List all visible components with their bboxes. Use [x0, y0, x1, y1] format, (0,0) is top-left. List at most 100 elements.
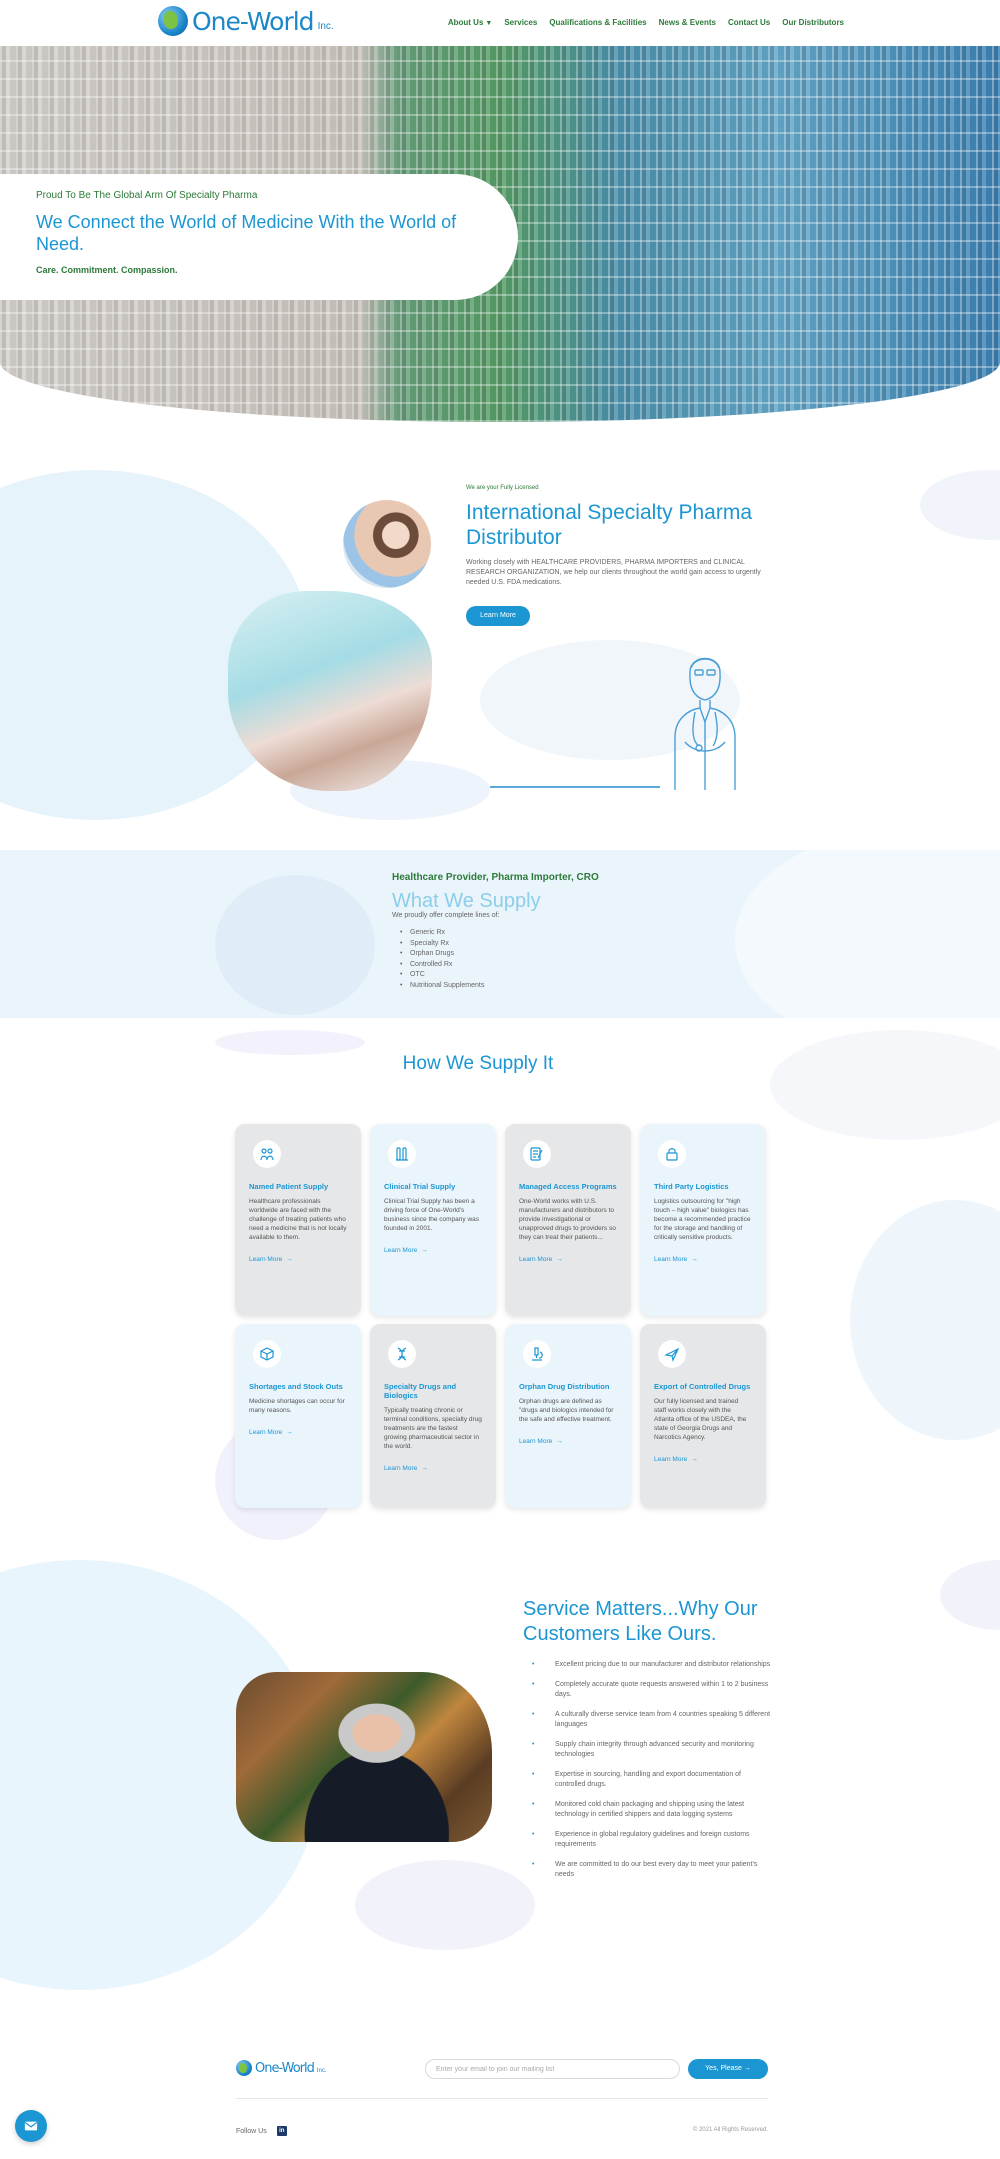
service-card-shortages[interactable]: Shortages and Stock Outs Medicine shorta…	[235, 1324, 361, 1508]
linkedin-icon[interactable]: in	[276, 2126, 287, 2136]
link-label: Learn More	[519, 1256, 553, 1263]
globe-icon	[158, 6, 188, 36]
arrow-right-icon: →	[286, 1256, 293, 1263]
list-item: Controlled Rx	[400, 960, 484, 971]
arrow-right-icon: →	[286, 1429, 293, 1436]
chevron-down-icon: ▼	[485, 20, 493, 27]
copyright-text: © 2021 All Rights Reserved.	[692, 2127, 768, 2133]
hands-photo	[228, 591, 432, 791]
nav-contact-us[interactable]: Contact Us	[728, 18, 770, 27]
background-blob	[770, 1030, 1000, 1140]
people-icon	[253, 1140, 281, 1168]
brand-name: One-World	[192, 6, 315, 36]
supply-title: What We Supply	[392, 890, 541, 912]
link-label: Learn More	[519, 1438, 553, 1445]
hero-title: We Connect the World of Medicine With th…	[36, 212, 457, 254]
list-item: Generic Rx	[400, 928, 484, 939]
card-title: Clinical Trial Supply	[384, 1182, 456, 1191]
nav-label: About Us	[447, 18, 484, 27]
list-item: Expertise in sourcing, handling and expo…	[532, 1770, 772, 1790]
background-blob	[215, 875, 375, 1015]
hero-card: Proud To Be The Global Arm Of Specialty …	[0, 174, 518, 300]
service-card-clinical-trial[interactable]: Clinical Trial Supply Clinical Trial Sup…	[370, 1124, 496, 1316]
card-learn-more-link[interactable]: Learn More →	[654, 1256, 752, 1263]
nav-qualifications[interactable]: Qualifications & Facilities	[549, 18, 646, 27]
service-card-orphan-drug[interactable]: Orphan Drug Distribution Orphan drugs ar…	[505, 1324, 631, 1508]
supply-kicker: Healthcare Provider, Pharma Importer, CR…	[392, 872, 599, 883]
list-item: OTC	[400, 970, 484, 981]
arrow-right-icon: →	[691, 1456, 698, 1463]
newsletter-email-input[interactable]	[425, 2059, 680, 2079]
card-title: Third Party Logistics	[654, 1182, 729, 1191]
card-title: Specialty Drugs and Biologics	[384, 1382, 457, 1400]
globe-icon	[236, 2060, 252, 2076]
background-blob	[920, 470, 1000, 540]
mail-icon	[24, 2121, 38, 2131]
card-title: Export of Controlled Drugs	[654, 1382, 751, 1391]
page: One-World Inc. About Us ▼ Services Qualif…	[0, 0, 1000, 2159]
doctor-illustration	[674, 657, 736, 790]
arrow-right-icon: →	[421, 1465, 428, 1472]
background-blob	[850, 1200, 1000, 1440]
link-label: Learn More	[654, 1256, 688, 1263]
card-learn-more-link[interactable]: Learn More →	[654, 1456, 752, 1463]
service-card-third-party-logistics[interactable]: Third Party Logistics Logistics outsourc…	[640, 1124, 766, 1316]
service-benefits-list: Excellent pricing due to our manufacture…	[532, 1660, 772, 1890]
card-learn-more-link[interactable]: Learn More →	[249, 1429, 347, 1436]
list-item: Experience in global regulatory guidelin…	[532, 1830, 772, 1850]
card-learn-more-link[interactable]: Learn More →	[519, 1438, 617, 1445]
test-tubes-icon	[388, 1140, 416, 1168]
service-card-export-controlled[interactable]: Export of Controlled Drugs Our fully lic…	[640, 1324, 766, 1508]
link-label: Learn More	[654, 1456, 688, 1463]
microscope-icon	[523, 1340, 551, 1368]
nav-about-us[interactable]: About Us ▼	[448, 18, 493, 27]
card-title: Orphan Drug Distribution	[519, 1382, 610, 1391]
hero-tagline: Care. Commitment. Compassion.	[36, 265, 178, 275]
card-learn-more-link[interactable]: Learn More →	[384, 1247, 482, 1254]
supply-list: Generic Rx Specialty Rx Orphan Drugs Con…	[400, 928, 484, 991]
card-learn-more-link[interactable]: Learn More →	[519, 1256, 617, 1263]
background-blob	[940, 1560, 1000, 1630]
nav-services[interactable]: Services	[504, 18, 537, 27]
lock-icon	[658, 1140, 686, 1168]
link-label: Learn More	[384, 1465, 418, 1472]
brand-logo[interactable]: One-World Inc.	[158, 6, 334, 36]
child-patient-photo	[343, 500, 431, 588]
footer-logo[interactable]: One-World Inc.	[236, 2060, 327, 2076]
card-text: Logistics outsourcing for "high touch – …	[654, 1198, 751, 1241]
service-card-named-patient[interactable]: Named Patient Supply Healthcare professi…	[235, 1124, 361, 1316]
service-card-specialty-drugs[interactable]: Specialty Drugs and Biologics Typically …	[370, 1324, 496, 1508]
card-text: Medicine shortages can occur for many re…	[249, 1398, 345, 1414]
arrow-right-icon: →	[691, 1256, 698, 1263]
brand-suffix: Inc.	[316, 2068, 327, 2074]
list-item: Nutritional Supplements	[400, 981, 484, 992]
chat-button[interactable]	[15, 2110, 47, 2142]
card-learn-more-link[interactable]: Learn More →	[384, 1465, 482, 1472]
licensed-kicker: We are your Fully Licensed	[466, 485, 539, 491]
list-item: Completely accurate quote requests answe…	[532, 1680, 772, 1700]
link-label: Learn More	[384, 1247, 418, 1254]
list-item: Monitored cold chain packaging and shipp…	[532, 1800, 772, 1820]
follow-us: Follow Us in	[236, 2126, 287, 2136]
follow-label: Follow Us	[236, 2127, 267, 2135]
brand-suffix: Inc.	[317, 20, 334, 32]
link-label: Learn More	[249, 1256, 283, 1263]
link-label: Learn More	[249, 1429, 283, 1436]
background-blob	[215, 1030, 365, 1055]
service-card-managed-access[interactable]: Managed Access Programs One-World works …	[505, 1124, 631, 1316]
what-we-supply-section: Healthcare Provider, Pharma Importer, CR…	[0, 850, 1000, 1018]
main-nav: About Us ▼ Services Qualifications & Faci…	[448, 18, 844, 27]
supply-subtitle: We proudly offer complete lines of:	[392, 912, 500, 919]
hero-banner: Proud To Be The Global Arm Of Specialty …	[0, 46, 1000, 422]
card-text: Typically treating chronic or terminal c…	[384, 1407, 482, 1450]
how-we-supply-title: How We Supply It	[402, 1053, 554, 1074]
card-learn-more-link[interactable]: Learn More →	[249, 1256, 347, 1263]
service-matters-title: Service Matters...Why Our Customers Like…	[523, 1598, 758, 1645]
nav-our-distributors[interactable]: Our Distributors	[782, 18, 844, 27]
divider-line	[490, 786, 660, 788]
card-text: One-World works with U.S. manufacturers …	[519, 1198, 616, 1241]
licensed-learn-more-button[interactable]: Learn More	[466, 606, 530, 626]
subscribe-button[interactable]: Yes, Please →	[688, 2059, 768, 2079]
nav-news-events[interactable]: News & Events	[659, 18, 716, 27]
document-pen-icon	[523, 1140, 551, 1168]
